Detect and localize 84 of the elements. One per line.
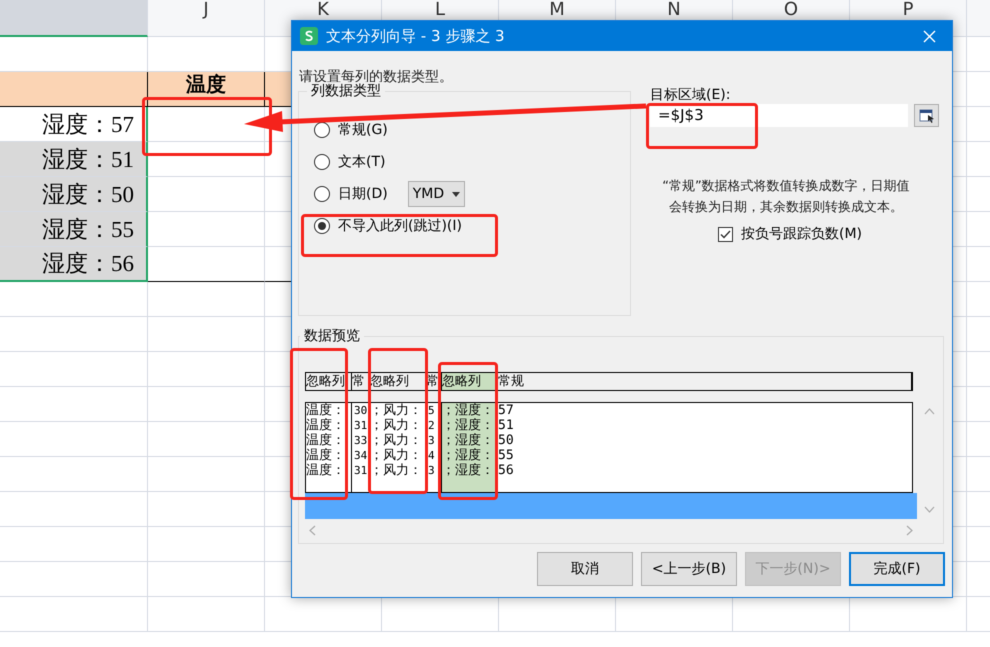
preview-column-header[interactable]: 忽略列 — [306, 373, 352, 390]
checkbox-label[interactable]: 按负号跟踪负数(M) — [741, 224, 862, 245]
table-cell — [952, 177, 967, 212]
range-select-icon — [918, 108, 934, 122]
table-cell — [952, 317, 967, 352]
preview-cell-text: 温度： — [306, 433, 346, 448]
radio-button[interactable] — [314, 154, 330, 170]
table-cell — [952, 282, 967, 317]
range-picker-button[interactable] — [914, 104, 939, 127]
radio-button[interactable] — [314, 218, 330, 234]
app-logo-icon — [300, 27, 318, 45]
table-cell-text: 湿度：51 — [42, 148, 135, 170]
target-range-field[interactable]: =$J$3 — [650, 104, 908, 127]
table-cell — [952, 107, 967, 142]
column-header[interactable] — [0, 0, 148, 37]
column-header[interactable]: J — [148, 0, 265, 37]
table-cell — [952, 457, 967, 492]
format-description: “常规”数据格式将数值转换成数字，日期值会转换为日期，其余数据则转换成文本。 — [661, 178, 911, 217]
preview-cell-text: 温度： — [306, 448, 346, 463]
radio-button[interactable] — [314, 122, 330, 138]
table-cell — [952, 142, 967, 177]
preview-column-header[interactable]: 忽略列 — [442, 373, 498, 390]
preview-cell-text: 50 — [498, 433, 515, 448]
radio-label[interactable]: 不导入此列(跳过)(I) — [338, 216, 462, 236]
preview-cell-text: ；湿度： — [442, 463, 495, 478]
preview-cell-text: ；湿度： — [442, 433, 495, 448]
table-cell — [952, 422, 967, 457]
dialog-button[interactable]: <上一步(B) — [641, 552, 737, 586]
column-heading: 温度 — [186, 75, 226, 95]
preview-cell-text: 55 — [498, 448, 515, 463]
dialog-button[interactable]: 取消 — [537, 552, 633, 586]
group-title: 列数据类型 — [307, 82, 385, 100]
preview-cell-text: 56 — [498, 463, 515, 478]
radio-label[interactable]: 文本(T) — [338, 152, 386, 172]
table-cell — [952, 352, 967, 387]
radio-button[interactable] — [314, 186, 330, 202]
radio-label[interactable]: 常规(G) — [338, 120, 388, 140]
preview-cell-text: ；风力： — [370, 403, 423, 418]
preview-cell-text: ；风力： — [370, 418, 423, 433]
field-label: 目标区域(E): — [650, 87, 730, 103]
preview-cell-text: 5 — [427, 403, 436, 418]
preview-cell-text: 33 — [353, 433, 368, 448]
table-cell — [952, 492, 967, 527]
table-cell — [952, 212, 967, 247]
preview-cell-text: 4 — [427, 448, 436, 463]
table-cell — [952, 387, 967, 422]
preview-cell-text: 2 — [427, 418, 436, 433]
preview-cell-text: ；风力： — [370, 448, 423, 463]
table-cell — [952, 527, 967, 562]
preview-cell-text: 温度： — [306, 418, 346, 433]
preview-cell-text: 31 — [353, 463, 368, 478]
preview-cell-text: ；风力： — [370, 463, 423, 478]
dialog-button[interactable]: 完成(F) — [849, 552, 945, 586]
close-icon[interactable] — [923, 30, 936, 42]
table-cell — [952, 562, 967, 597]
preview-cell-text: 温度： — [306, 463, 346, 478]
preview-cell-text: ；湿度： — [442, 403, 495, 418]
instruction-text: 请设置每列的数据类型。 — [299, 69, 453, 85]
format-dropdown[interactable]: YMD — [408, 181, 466, 207]
table-cell-text: 湿度：50 — [42, 182, 135, 206]
preview-cell-text: 31 — [353, 418, 368, 433]
table-cell-text: 湿度：56 — [42, 252, 135, 275]
preview-cell-text: 30 — [353, 403, 368, 418]
preview-column-header[interactable]: 常 — [352, 373, 370, 390]
preview-cell-text: ；风力： — [370, 433, 423, 448]
preview-cell-text: 温度： — [306, 403, 346, 418]
table-cell — [952, 247, 967, 282]
preview-cell-text: 3 — [427, 433, 436, 448]
preview-cell-text: 34 — [353, 448, 368, 463]
preview-cell-text: 3 — [427, 463, 436, 478]
table-cell — [952, 72, 967, 107]
preview-cell-text: ；湿度： — [442, 418, 495, 433]
checkbox[interactable] — [718, 227, 733, 242]
radio-label[interactable]: 日期(D) — [338, 184, 388, 204]
preview-cell-text: ；湿度： — [442, 448, 495, 463]
preview-column-header[interactable]: 常规 — [498, 373, 912, 390]
table-cell-text: 湿度：55 — [42, 218, 135, 240]
table-cell — [952, 37, 967, 72]
preview-column-header[interactable]: 忽略列 — [370, 373, 426, 390]
preview-cell-text: 57 — [498, 403, 515, 418]
table-cell-text: 湿度：57 — [42, 112, 135, 136]
preview-cell-text: 51 — [498, 418, 515, 433]
dropdown-arrow-icon — [452, 192, 460, 196]
group-title: 数据预览 — [300, 327, 364, 345]
